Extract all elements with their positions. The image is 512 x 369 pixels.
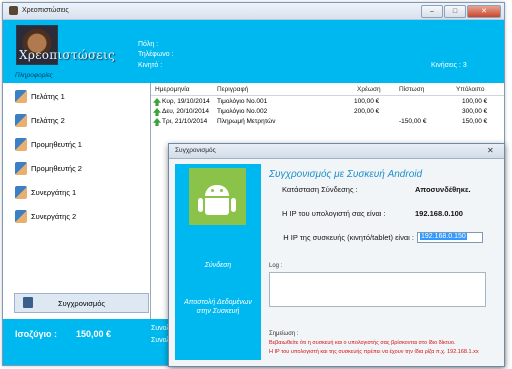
arrow-up-icon [153, 108, 161, 116]
row-description: Πληρωμή Μετρητών [217, 118, 276, 125]
row-date: Δευ, 20/10/2014 [162, 108, 209, 115]
log-label: Log : [269, 263, 283, 269]
header-panel: Χρεοπιστώσεις Πληροφορίες Πόλη : Τηλέφων… [3, 20, 504, 83]
phone-label: Τηλέφωνο : [138, 51, 174, 58]
row-description: Τιμολόγιο No.001 [217, 98, 268, 105]
pc-ip-value: 192.168.0.100 [415, 209, 463, 218]
sidebar-item-customer-1[interactable]: Πελάτης 1 [11, 89, 146, 105]
window-title: Χρεοπιστώσεις [22, 7, 69, 14]
send-data-link[interactable]: Αποστολή Δεδομένων [175, 299, 261, 306]
sidebar-item-partner-1[interactable]: Συνεργάτης 1 [11, 185, 146, 201]
connect-link[interactable]: Σύνδεση [175, 262, 261, 269]
android-icon [189, 168, 246, 225]
arrow-up-icon [153, 118, 161, 126]
person-icon [15, 162, 27, 175]
column-header-debit[interactable]: Χρέωση [357, 86, 381, 93]
send-data-link-line-2[interactable]: στην Συσκευή [175, 308, 261, 315]
sidebar-item-label: Πελάτης 1 [31, 92, 65, 101]
dialog-close-button[interactable]: ✕ [487, 146, 494, 155]
status-label: Κατάσταση Σύνδεσης : [282, 185, 358, 194]
logo-text: Χρεοπιστώσεις [19, 48, 115, 62]
row-balance: 300,00 € [462, 108, 488, 115]
sidebar-item-label: Προμηθευτής 2 [31, 164, 82, 173]
close-button[interactable]: ✕ [467, 5, 501, 18]
android-eye [211, 189, 214, 192]
note-line-2: Η IP του υπολογιστή και της συσκευής πρέ… [269, 349, 479, 355]
sidebar-item-customer-2[interactable]: Πελάτης 2 [11, 113, 146, 129]
mobile-label: Κινητό : [138, 62, 163, 69]
sync-button[interactable]: Συγχρονισμός [14, 293, 149, 313]
row-debit: 100,00 € [354, 98, 380, 105]
info-link[interactable]: Πληροφορίες [15, 72, 53, 79]
device-ip-value: 192.168.0.150 [420, 233, 467, 240]
sidebar-item-supplier-1[interactable]: Προμηθευτής 1 [11, 137, 146, 153]
row-credit: -150,00 € [399, 118, 427, 125]
row-balance: 100,00 € [462, 98, 488, 105]
person-icon [15, 114, 27, 127]
city-label: Πόλη : [138, 41, 159, 48]
balance-value: 150,00 € [76, 329, 112, 339]
table-row[interactable]: Τρι, 21/10/2014 Πληρωμή Μετρητών -150,00… [151, 117, 504, 127]
person-icon [15, 186, 27, 199]
app-icon [9, 6, 18, 15]
sidebar-item-partner-2[interactable]: Συνεργάτης 2 [11, 209, 146, 225]
table-row[interactable]: Κυρ, 19/10/2014 Τιμολόγιο No.001 100,00 … [151, 97, 504, 107]
sync-button-label: Συγχρονισμός [58, 299, 106, 308]
column-header-description[interactable]: Περιγραφή [217, 86, 248, 93]
sync-device-icon [23, 297, 33, 308]
person-icon [15, 210, 27, 223]
android-eye [220, 189, 223, 192]
log-textarea[interactable] [269, 272, 486, 307]
pc-ip-label: Η IP του υπολογιστή σας είναι : [282, 209, 386, 218]
note-line-1: Βεβαιωθείτε ότι η συσκευή και ο υπολογισ… [269, 340, 456, 346]
row-debit: 200,00 € [354, 108, 380, 115]
sidebar-item-label: Προμηθευτής 1 [31, 140, 82, 149]
column-header-date[interactable]: Ημερομηνία [155, 86, 189, 93]
row-balance: 150,00 € [462, 118, 488, 125]
column-header-credit[interactable]: Πίστωση [399, 86, 424, 93]
android-arm [198, 198, 203, 212]
row-date: Κυρ, 19/10/2014 [162, 98, 210, 105]
movements-count: Κινήσεις : 3 [431, 62, 467, 69]
person-icon [15, 90, 27, 103]
arrow-up-icon [153, 98, 161, 106]
device-ip-label: Η IP της συσκευής (κινητό/tablet) είναι … [283, 233, 414, 242]
sidebar-item-label: Συνεργάτης 2 [31, 212, 77, 221]
device-ip-input[interactable]: 192.168.0.150 [417, 232, 483, 243]
title-bar: Χρεοπιστώσεις – □ ✕ [3, 3, 504, 20]
sidebar: Πελάτης 1 Πελάτης 2 Προμηθευτής 1 Προμηθ… [3, 83, 151, 319]
person-icon [15, 138, 27, 151]
dialog-title-bar: Συγχρονισμός ✕ [169, 144, 504, 159]
dialog-title: Συγχρονισμός [175, 147, 216, 154]
balance-label: Ισοζύγιο : [15, 329, 58, 339]
minimize-button[interactable]: – [421, 5, 443, 18]
column-header-balance[interactable]: Υπόλοιπο [456, 86, 485, 93]
android-arm [231, 198, 236, 212]
sidebar-item-label: Πελάτης 2 [31, 116, 65, 125]
sidebar-item-supplier-2[interactable]: Προμηθευτής 2 [11, 161, 146, 177]
row-description: Τιμολόγιο No.002 [217, 108, 268, 115]
android-body [205, 198, 229, 215]
dialog-side-panel: Σύνδεση Αποστολή Δεδομένων στην Συσκευή [175, 164, 261, 360]
status-value: Αποσυνδέθηκε. [415, 185, 471, 194]
sync-dialog: Συγχρονισμός ✕ Σύνδεση Αποστολή Δεδομένω… [168, 143, 505, 367]
row-date: Τρι, 21/10/2014 [162, 118, 208, 125]
android-head [205, 185, 229, 196]
header-divider [151, 95, 504, 96]
table-row[interactable]: Δευ, 20/10/2014 Τιμολόγιο No.002 200,00 … [151, 107, 504, 117]
notes-label: Σημείωση : [269, 331, 299, 337]
maximize-button[interactable]: □ [444, 5, 466, 18]
sidebar-item-label: Συνεργάτης 1 [31, 188, 77, 197]
dialog-heading: Συγχρονισμός με Συσκευή Android [269, 169, 423, 180]
